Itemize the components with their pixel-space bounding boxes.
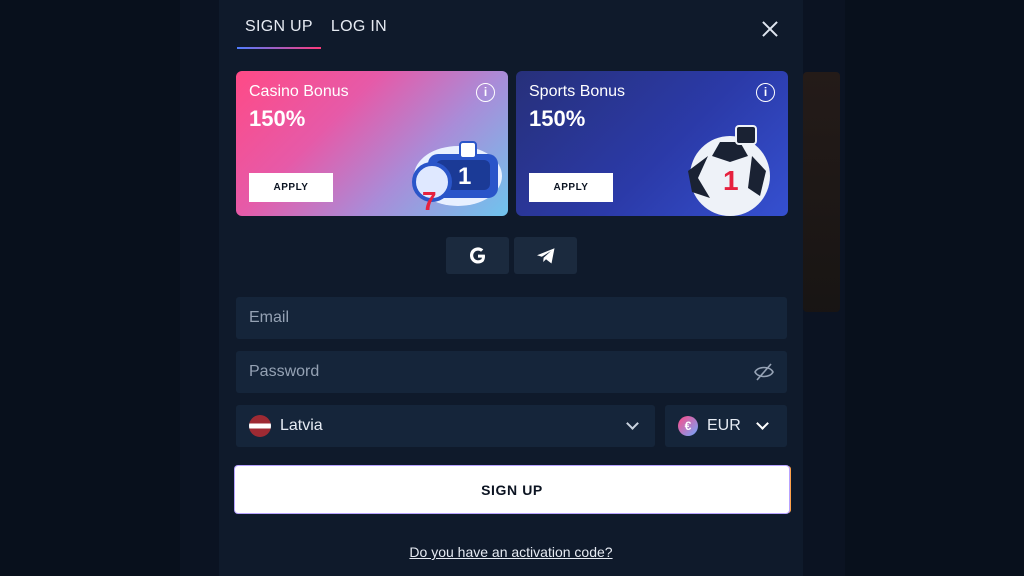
tab-log-in[interactable]: LOG IN — [331, 18, 387, 46]
google-login-button[interactable] — [446, 237, 509, 274]
auth-tabs: SIGN UP LOG IN — [237, 18, 387, 49]
email-field[interactable] — [236, 297, 787, 339]
casino-bonus-card[interactable]: 1 7 Casino Bonus 150% i APPLY — [236, 71, 508, 216]
sports-bonus-value: 150% — [529, 106, 586, 131]
chevron-down-icon — [626, 417, 639, 430]
svg-text:1: 1 — [458, 163, 471, 190]
sports-bonus-card[interactable]: 1 Sports Bonus 150% i APPLY — [516, 71, 788, 216]
chevron-down-icon — [756, 417, 769, 430]
svg-text:1: 1 — [723, 165, 739, 196]
eye-off-icon[interactable] — [753, 362, 775, 382]
password-field[interactable] — [236, 351, 787, 393]
currency-select[interactable]: € EUR — [665, 405, 787, 447]
casino-slot-machine-art: 1 7 — [412, 141, 502, 216]
background-right — [845, 0, 1024, 576]
background-promo-image — [803, 72, 840, 312]
casino-bonus-value: 150% — [249, 106, 306, 131]
sports-apply-button[interactable]: APPLY — [529, 173, 613, 202]
password-input[interactable] — [236, 351, 787, 393]
screen: SIGN UP LOG IN 1 7 Casino Bonus 150% i A… — [0, 0, 1024, 576]
tab-sign-up[interactable]: SIGN UP — [237, 18, 321, 49]
sign-up-button[interactable]: SIGN UP — [235, 466, 789, 513]
latvia-flag-icon — [249, 415, 271, 437]
telegram-login-button[interactable] — [514, 237, 577, 274]
close-icon[interactable] — [759, 18, 781, 40]
signup-modal: SIGN UP LOG IN 1 7 Casino Bonus 150% i A… — [219, 0, 803, 576]
info-icon[interactable]: i — [476, 83, 495, 102]
sports-soccer-ball-art: 1 — [688, 125, 770, 216]
euro-icon: € — [678, 416, 698, 436]
email-input[interactable] — [236, 297, 787, 339]
activation-code-link[interactable]: Do you have an activation code? — [219, 544, 803, 560]
casino-apply-button[interactable]: APPLY — [249, 173, 333, 202]
country-value: Latvia — [280, 417, 323, 434]
svg-text:7: 7 — [422, 186, 436, 216]
country-select[interactable]: Latvia — [236, 405, 655, 447]
background-left — [0, 0, 180, 576]
sports-bonus-title: Sports Bonus — [529, 83, 626, 100]
info-icon[interactable]: i — [756, 83, 775, 102]
casino-bonus-title: Casino Bonus — [249, 83, 349, 100]
currency-value: EUR — [707, 417, 741, 434]
google-icon — [469, 246, 485, 263]
telegram-icon — [536, 247, 554, 263]
